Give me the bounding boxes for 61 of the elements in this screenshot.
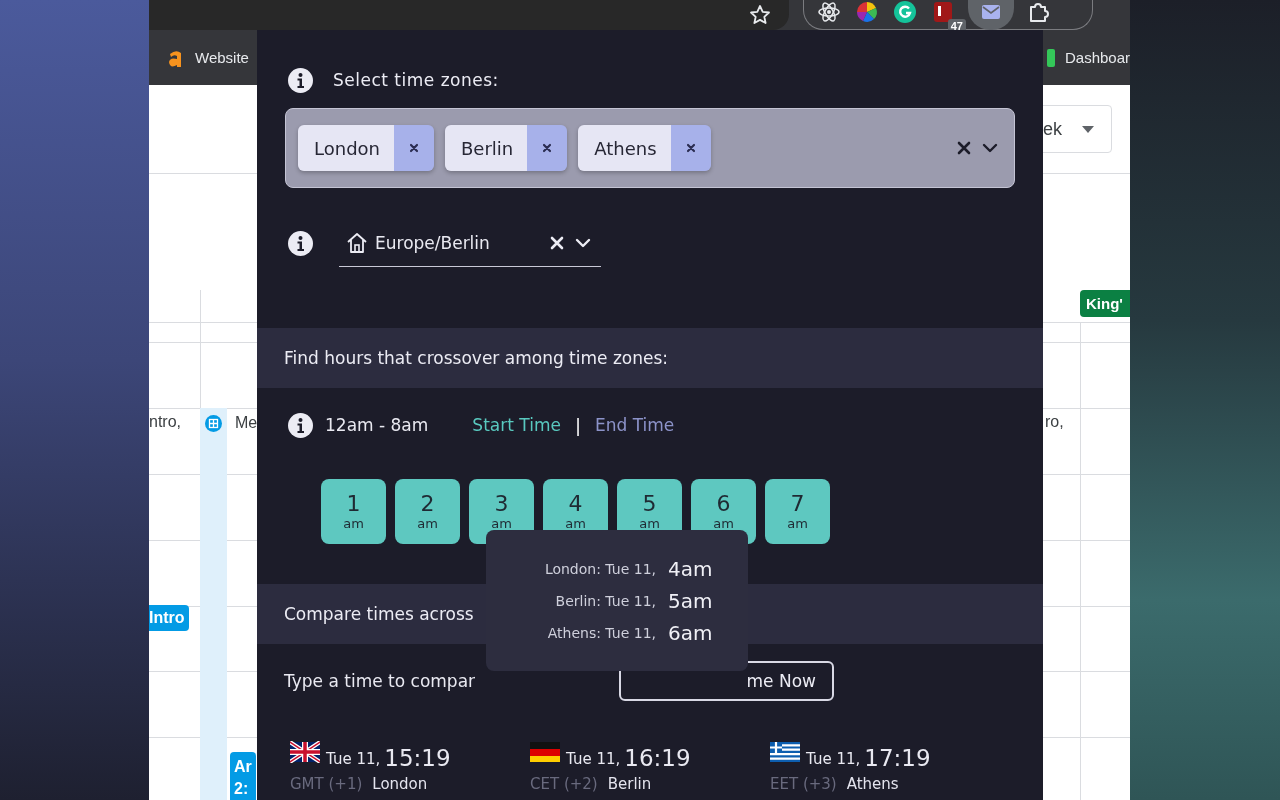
- remove-chip-button[interactable]: [394, 125, 434, 171]
- info-icon[interactable]: [288, 67, 313, 93]
- hour-button[interactable]: 1 am: [321, 479, 386, 544]
- puzzle-icon[interactable]: [1027, 0, 1051, 24]
- city-name: Berlin: [607, 775, 652, 793]
- time-zone-select[interactable]: London Berlin Athens: [285, 108, 1015, 188]
- hour-button[interactable]: 2 am: [395, 479, 460, 544]
- clear-icon[interactable]: [549, 234, 565, 251]
- flag-icon: [770, 741, 800, 763]
- clock-time: 17:19: [864, 745, 931, 771]
- city-name: Athens: [846, 775, 899, 793]
- square-icon[interactable]: [1046, 48, 1055, 67]
- info-icon[interactable]: [288, 230, 313, 256]
- clock-date: Tue 11,: [806, 750, 861, 768]
- tooltip-label: Athens: Tue 11,: [546, 624, 656, 641]
- zone-offset: GMT (+1): [290, 775, 363, 793]
- atom-icon[interactable]: [817, 0, 841, 24]
- info-icon[interactable]: [288, 412, 313, 438]
- home-zone-select[interactable]: Europe/Berlin: [339, 219, 601, 267]
- tooltip-time: 5am: [668, 588, 714, 613]
- mail-icon[interactable]: [981, 3, 1001, 20]
- tooltip-label: London: Tue 11,: [543, 560, 656, 577]
- grid-icon: [205, 415, 222, 432]
- dropdown-value: ek: [1043, 118, 1062, 140]
- clock-time: 15:19: [384, 745, 451, 771]
- time-range: 12am - 8am: [325, 415, 429, 435]
- separator: |: [574, 414, 581, 436]
- zone-offset: EET (+3): [770, 775, 837, 793]
- clock-date: Tue 11,: [566, 750, 621, 768]
- mode-link[interactable]: Start Time: [472, 415, 561, 435]
- event-text[interactable]: ntro,: [149, 413, 181, 431]
- clock-time: 16:19: [624, 745, 691, 771]
- prompt-text: Type a time to compar: [284, 671, 476, 691]
- color-wheel-icon[interactable]: [855, 0, 879, 24]
- event-text[interactable]: ro,: [1045, 413, 1064, 431]
- select-value: Europe/Berlin: [375, 232, 491, 253]
- mode-link[interactable]: End Time: [595, 415, 675, 435]
- event-chip[interactable]: King': [1080, 290, 1130, 317]
- chip-label: Athens: [578, 125, 671, 171]
- chip-label: London: [298, 125, 394, 171]
- extension-button[interactable]: [968, 0, 1014, 30]
- hour-button[interactable]: 7 am: [765, 479, 830, 544]
- star-icon[interactable]: [749, 4, 771, 26]
- zone-offset: CET (+2): [530, 775, 598, 793]
- flag-icon: [290, 741, 320, 763]
- home-icon: [345, 230, 369, 255]
- section-title: Select time zones:: [333, 70, 499, 90]
- chip-label: Berlin: [445, 125, 528, 171]
- remove-chip-button[interactable]: [670, 125, 711, 171]
- caret-icon[interactable]: [1082, 125, 1094, 133]
- tooltip-time: 4am: [668, 556, 714, 581]
- bookmark-link[interactable]: Dashboar: [1046, 48, 1130, 67]
- clear-icon[interactable]: [956, 140, 972, 156]
- clock-date: Tue 11,: [326, 750, 381, 768]
- section-header: Find hours that crossover among time zones:: [257, 328, 1043, 388]
- tooltip-time: 6am: [668, 620, 714, 645]
- event-text[interactable]: Me: [235, 414, 258, 432]
- city-name: London: [372, 775, 428, 793]
- flag-icon: [530, 741, 560, 763]
- tooltip-label: Berlin: Tue 11,: [554, 592, 656, 609]
- bookmark-link[interactable]: Website: [167, 47, 249, 68]
